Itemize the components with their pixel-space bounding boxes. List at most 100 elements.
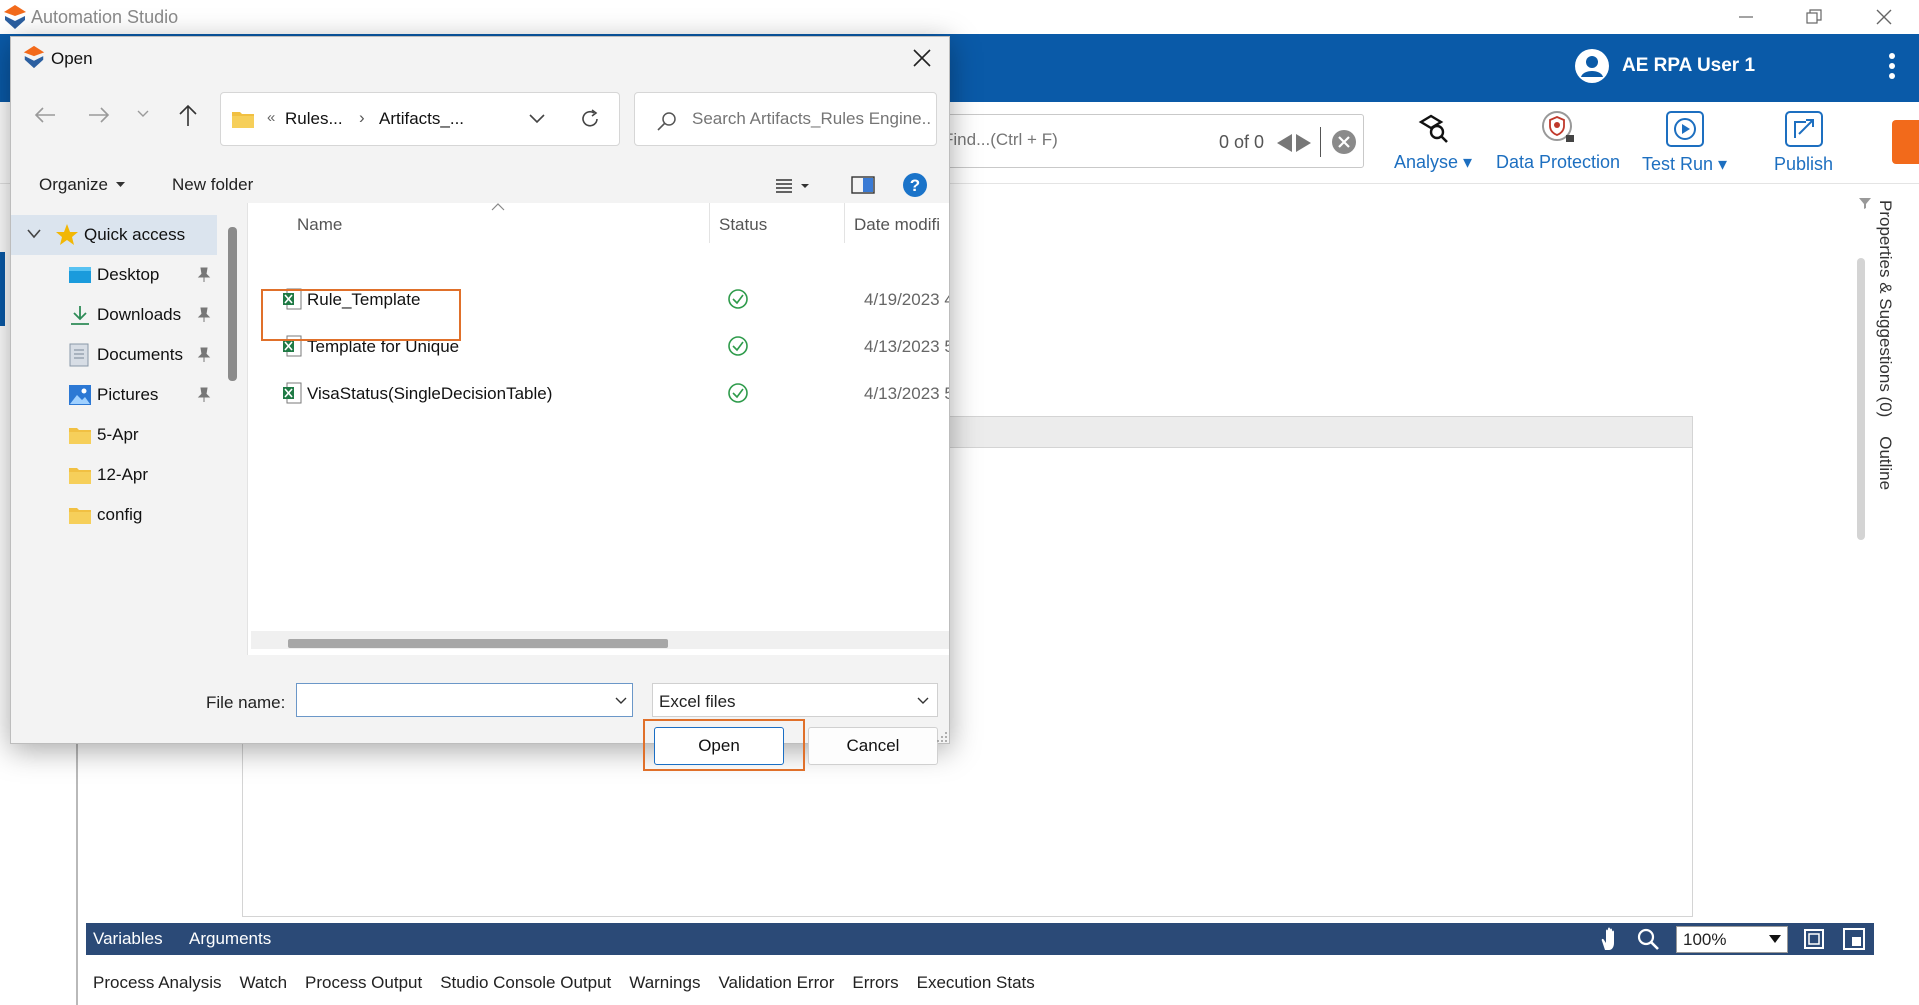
find-next-icon[interactable]: [1295, 133, 1313, 153]
address-overflow[interactable]: «: [267, 109, 275, 126]
pin-icon[interactable]: [197, 347, 211, 363]
zoom-select[interactable]: 100%: [1676, 926, 1788, 953]
search-box: [634, 92, 937, 146]
app-logo-icon: [3, 4, 27, 30]
file-name-input[interactable]: [297, 684, 597, 714]
help-icon[interactable]: ?: [902, 172, 928, 198]
new-folder-button[interactable]: New folder: [172, 175, 253, 195]
dialog-logo-icon: [22, 45, 46, 69]
restore-button[interactable]: [1784, 2, 1844, 32]
tab-process-output[interactable]: Process Output: [305, 973, 422, 993]
view-options-icon[interactable]: [775, 177, 815, 195]
chevron-down-icon[interactable]: [615, 697, 627, 705]
tab-process-analysis[interactable]: Process Analysis: [93, 973, 222, 993]
pin-icon[interactable]: [197, 307, 211, 323]
svg-text:?: ?: [910, 176, 920, 195]
publish-icon: [1784, 110, 1824, 148]
nav-item-label: Quick access: [84, 225, 186, 244]
dialog-close-button[interactable]: [911, 47, 933, 69]
desktop-icon: [68, 265, 92, 285]
highlight-box: [261, 289, 461, 341]
tab-warnings[interactable]: Warnings: [629, 973, 700, 993]
analyse-button[interactable]: Analyse ▾: [1394, 110, 1472, 173]
nav-item-pictures[interactable]: Pictures: [11, 375, 221, 415]
preview-pane-icon[interactable]: [851, 175, 875, 195]
nav-item-5-apr[interactable]: 5-Apr: [11, 415, 221, 455]
cancel-button[interactable]: Cancel: [808, 727, 938, 765]
pin-icon[interactable]: [197, 387, 211, 403]
right-panel-scrollbar[interactable]: [1857, 258, 1865, 540]
tab-errors[interactable]: Errors: [852, 973, 898, 993]
find-count: 0 of 0: [1219, 132, 1265, 152]
data-protection-button[interactable]: Data Protection: [1496, 110, 1620, 173]
file-name-field[interactable]: [296, 683, 633, 717]
address-segment-artifacts[interactable]: Artifacts_...: [379, 109, 464, 129]
column-separator[interactable]: [844, 203, 845, 243]
file-date: 4/13/2023 5: [864, 337, 949, 356]
chevron-down-icon: [1769, 935, 1781, 943]
back-arrow-icon[interactable]: [33, 105, 57, 125]
find-input[interactable]: [943, 130, 1163, 150]
chevron-down-icon[interactable]: [27, 229, 41, 239]
up-arrow-icon[interactable]: [177, 103, 199, 127]
nav-item-config[interactable]: config: [11, 495, 221, 535]
nav-item-desktop[interactable]: Desktop: [11, 255, 221, 295]
recent-locations-chevron-icon[interactable]: [137, 109, 149, 119]
zoom-search-icon[interactable]: [1636, 927, 1660, 951]
excel-file-icon: [282, 382, 302, 404]
open-button[interactable]: Open: [654, 727, 784, 765]
file-row[interactable]: VisaStatus(SingleDecisionTable) 4/13/202…: [247, 373, 949, 413]
nav-item-quick-access[interactable]: Quick access: [11, 215, 217, 255]
filter-icon[interactable]: [1858, 196, 1872, 210]
nav-item-label: Desktop: [97, 265, 160, 284]
tab-execution-stats[interactable]: Execution Stats: [917, 973, 1035, 993]
tab-watch[interactable]: Watch: [240, 973, 288, 993]
hand-tool-icon[interactable]: [1598, 926, 1624, 952]
folder-icon: [68, 465, 92, 485]
find-prev-icon[interactable]: [1275, 133, 1293, 153]
file-name-label: File name:: [206, 693, 286, 712]
refresh-icon[interactable]: [579, 108, 601, 130]
download-icon: [68, 304, 92, 326]
side-panel-toggle[interactable]: [1892, 120, 1919, 164]
organize-button[interactable]: Organize: [39, 175, 125, 195]
pin-icon[interactable]: [197, 267, 211, 283]
horizontal-scrollbar-thumb[interactable]: [288, 639, 668, 648]
search-input[interactable]: [692, 109, 932, 129]
file-list: [247, 203, 949, 655]
column-separator[interactable]: [709, 203, 710, 243]
address-segment-rules[interactable]: Rules...: [285, 109, 343, 129]
nav-pane-scrollbar[interactable]: [228, 227, 237, 381]
find-clear-icon[interactable]: [1331, 129, 1357, 155]
forward-arrow-icon[interactable]: [87, 105, 111, 125]
publish-button[interactable]: Publish: [1774, 110, 1833, 175]
fullscreen-icon[interactable]: [1842, 927, 1866, 951]
more-options-icon[interactable]: [1888, 52, 1896, 80]
search-icon: [656, 110, 678, 132]
user-avatar-icon: [1574, 48, 1610, 84]
file-type-select[interactable]: Excel files: [652, 683, 938, 717]
column-status[interactable]: Status: [719, 215, 767, 235]
synced-check-icon: [727, 288, 749, 310]
close-window-button[interactable]: [1854, 2, 1914, 32]
resize-grip-icon[interactable]: [936, 731, 948, 743]
nav-item-documents[interactable]: Documents: [11, 335, 221, 375]
fit-screen-icon[interactable]: [1802, 927, 1826, 951]
column-date-modified[interactable]: Date modifi: [854, 215, 949, 235]
tab-validation-error[interactable]: Validation Error: [718, 973, 834, 993]
address-bar[interactable]: « Rules... › Artifacts_...: [220, 92, 620, 146]
right-panel-tabs[interactable]: Properties & Suggestions (0) Outline: [1875, 200, 1895, 490]
tab-studio-console-output[interactable]: Studio Console Output: [440, 973, 611, 993]
user-menu[interactable]: AE RPA User 1: [1574, 48, 1755, 84]
address-dropdown-icon[interactable]: [529, 114, 545, 124]
variables-tab[interactable]: Variables: [93, 929, 163, 949]
minimize-button[interactable]: [1716, 2, 1776, 32]
test-run-button[interactable]: Test Run ▾: [1642, 110, 1727, 175]
nav-item-12-apr[interactable]: 12-Apr: [11, 455, 221, 495]
left-panel-indicator: [0, 252, 5, 326]
file-date: 4/13/2023 5: [864, 384, 949, 403]
nav-item-downloads[interactable]: Downloads: [11, 295, 221, 335]
find-box: 0 of 0: [930, 114, 1364, 168]
column-name[interactable]: Name: [297, 215, 342, 235]
arguments-tab[interactable]: Arguments: [189, 929, 271, 949]
